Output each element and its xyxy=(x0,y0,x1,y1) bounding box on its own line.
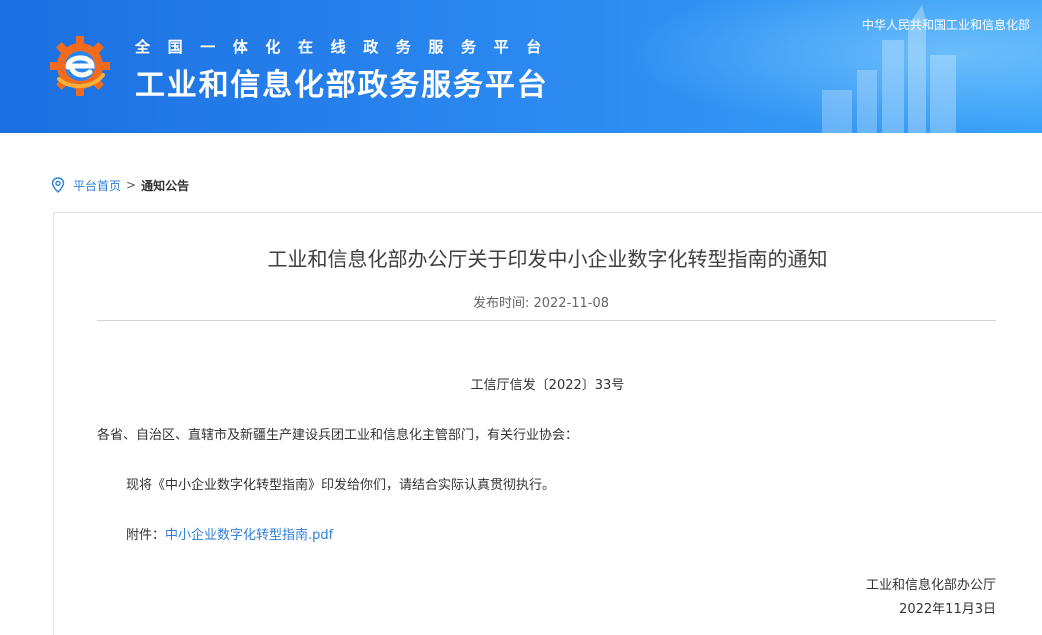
breadcrumb-separator: > xyxy=(126,178,137,192)
location-pin-icon xyxy=(51,177,65,193)
title-divider xyxy=(97,320,996,321)
breadcrumb-current: 通知公告 xyxy=(141,178,190,193)
attachment-line: 附件：中小企业数字化转型指南.pdf xyxy=(126,524,333,543)
site-header: 全国一体化在线政务服务平台 工业和信息化部政务服务平台 中华人民共和国工业和信息… xyxy=(0,0,1042,133)
gear-e-logo xyxy=(50,36,110,96)
article-title: 工业和信息化部办公厅关于印发中小企业数字化转型指南的通知 xyxy=(267,247,828,271)
attachment-link[interactable]: 中小企业数字化转型指南.pdf xyxy=(165,528,333,543)
publish-date: 2022-11-08 xyxy=(533,296,610,311)
ministry-link[interactable]: 中华人民共和国工业和信息化部 xyxy=(862,16,1030,33)
body-paragraph: 现将《中小企业数字化转型指南》印发给你们，请结合实际认真贯彻执行。 xyxy=(126,478,556,493)
breadcrumb-home-link[interactable]: 平台首页 xyxy=(73,177,121,194)
site-subtitle: 全国一体化在线政务服务平台 xyxy=(135,38,559,56)
document-number: 工信厅信发〔2022〕33号 xyxy=(470,378,625,393)
attachment-label: 附件： xyxy=(126,528,166,543)
signature-org: 工业和信息化部办公厅 xyxy=(865,578,996,593)
site-title[interactable]: 工业和信息化部政务服务平台 xyxy=(135,60,548,104)
breadcrumb: 平台首页 > 通知公告 xyxy=(51,175,189,195)
signature-date: 2022年11月3日 xyxy=(899,602,996,617)
publish-label: 发布时间: xyxy=(472,296,530,311)
publish-info: 发布时间: 2022-11-08 xyxy=(0,292,1042,311)
addressee-line: 各省、自治区、直辖市及新疆生产建设兵团工业和信息化主管部门，有关行业协会： xyxy=(97,428,579,443)
